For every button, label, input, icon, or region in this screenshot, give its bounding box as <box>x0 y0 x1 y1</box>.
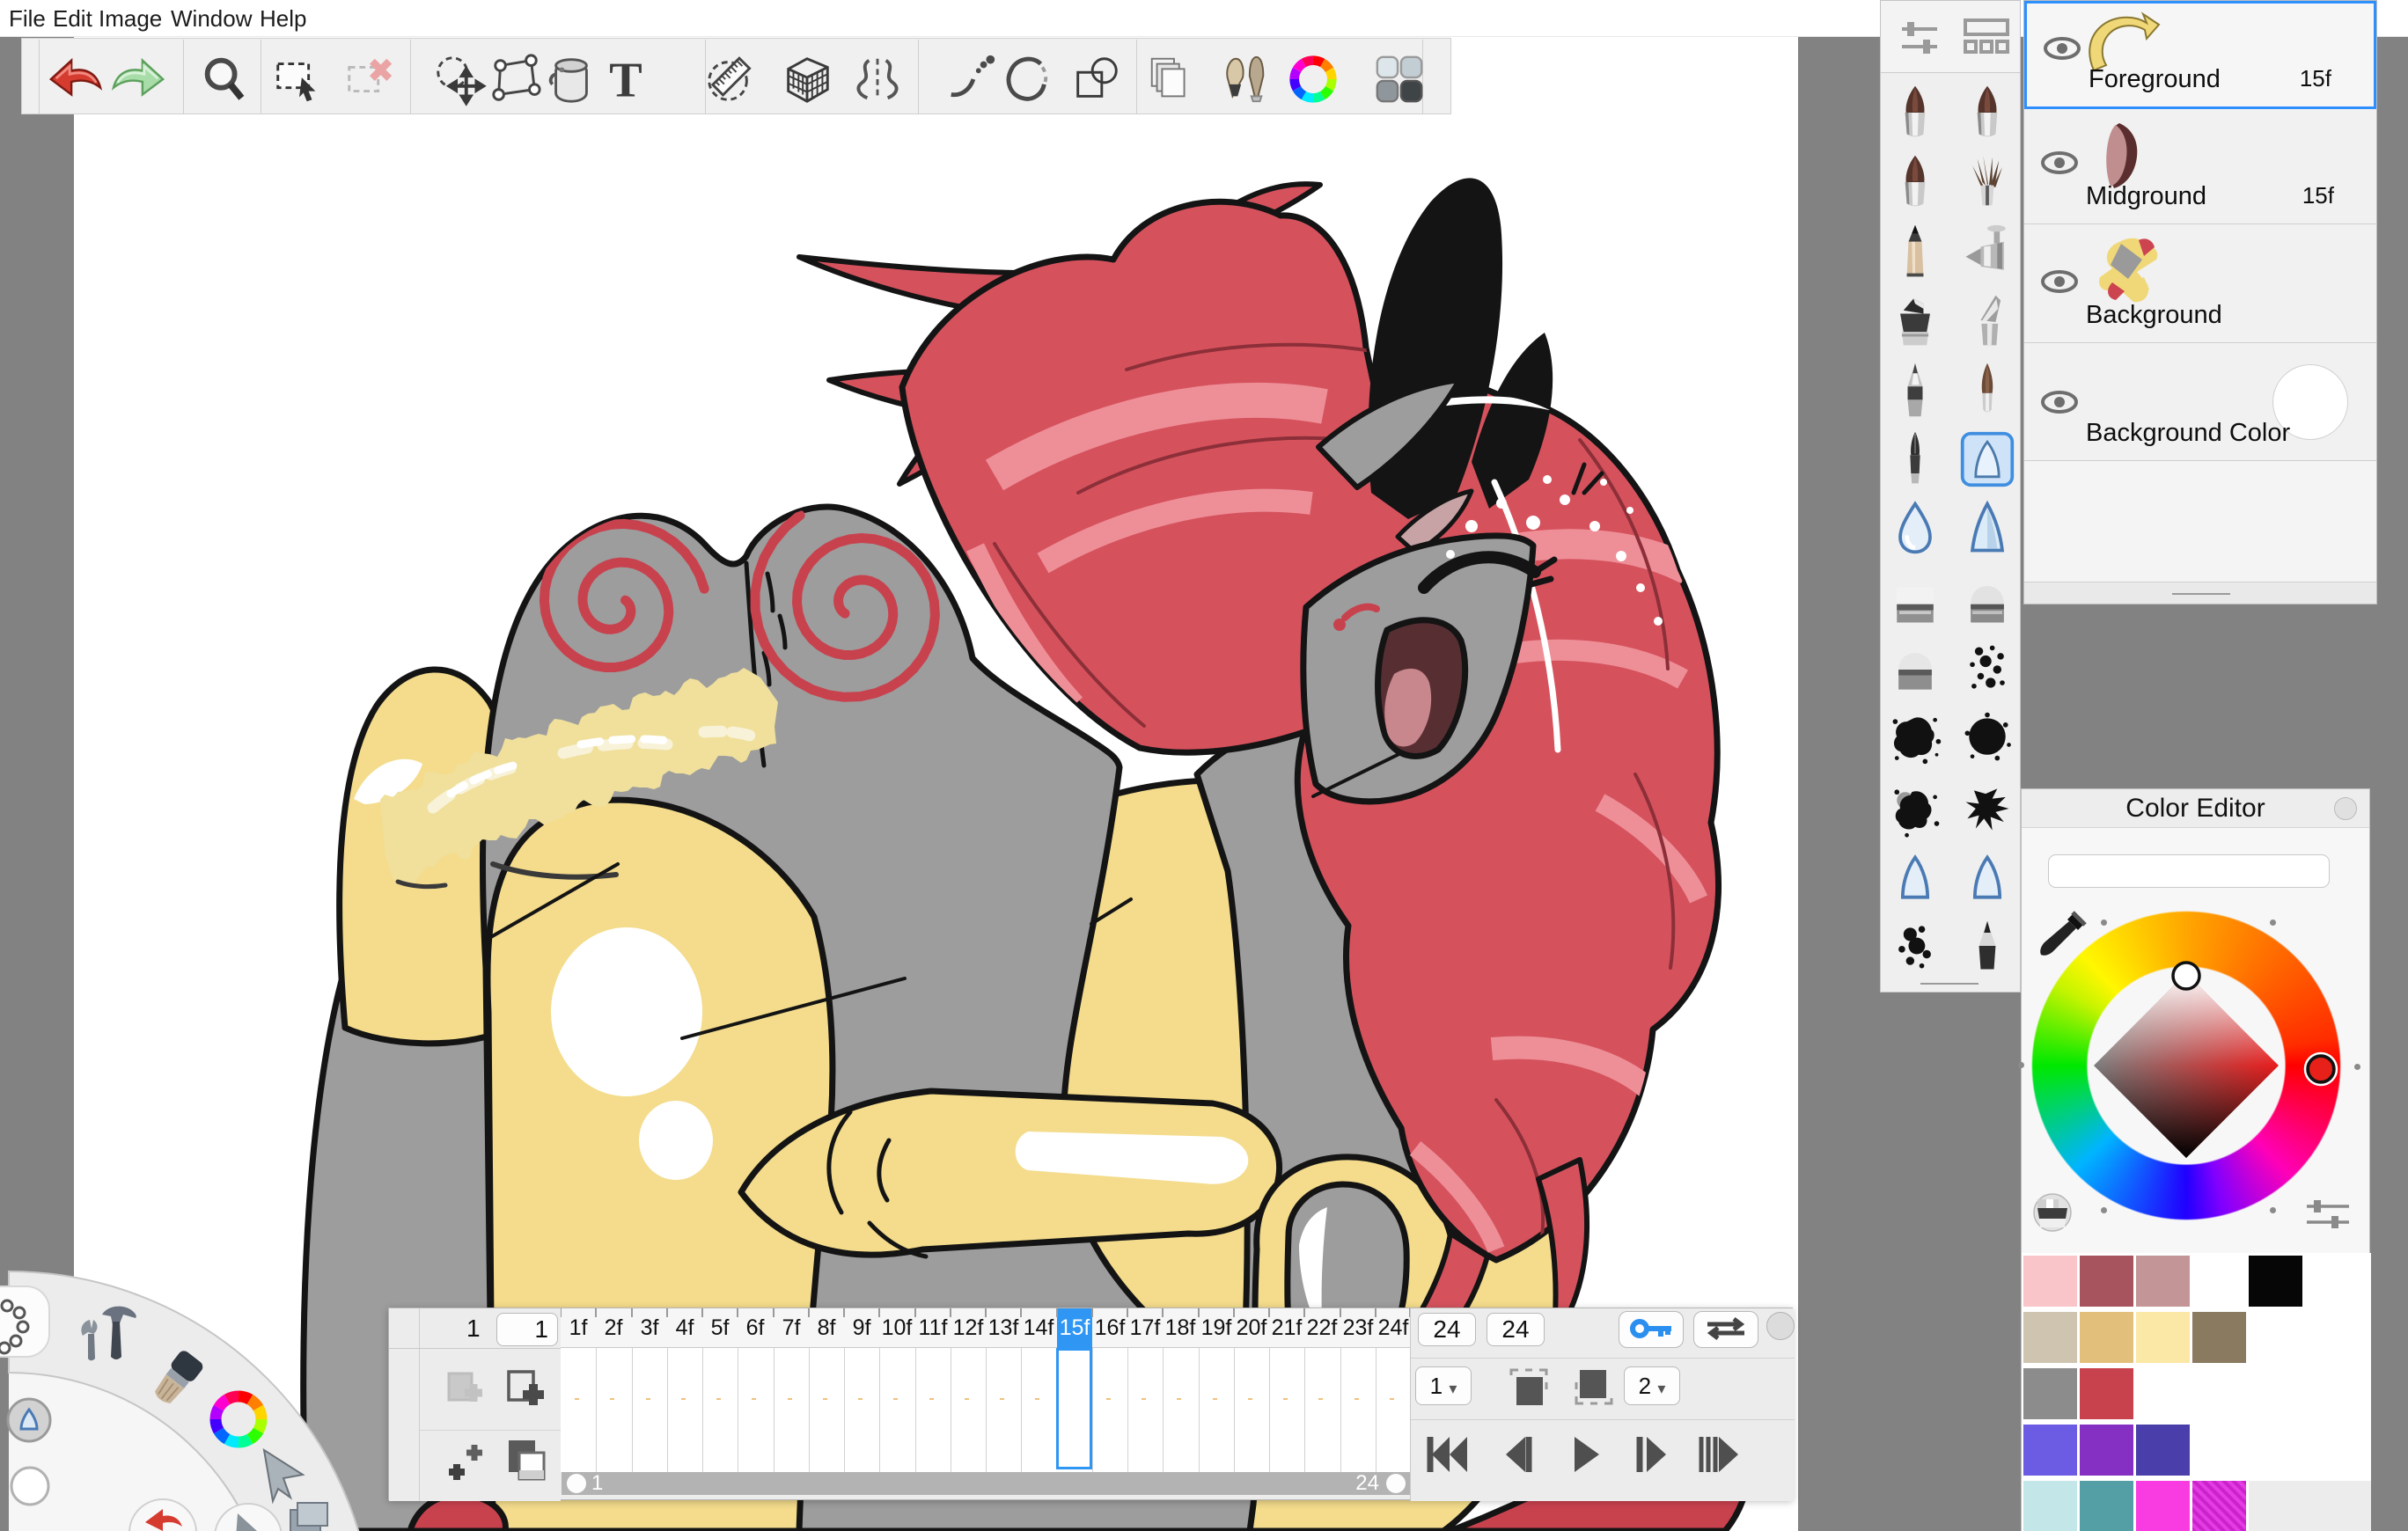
svg-text:T: T <box>609 53 642 106</box>
